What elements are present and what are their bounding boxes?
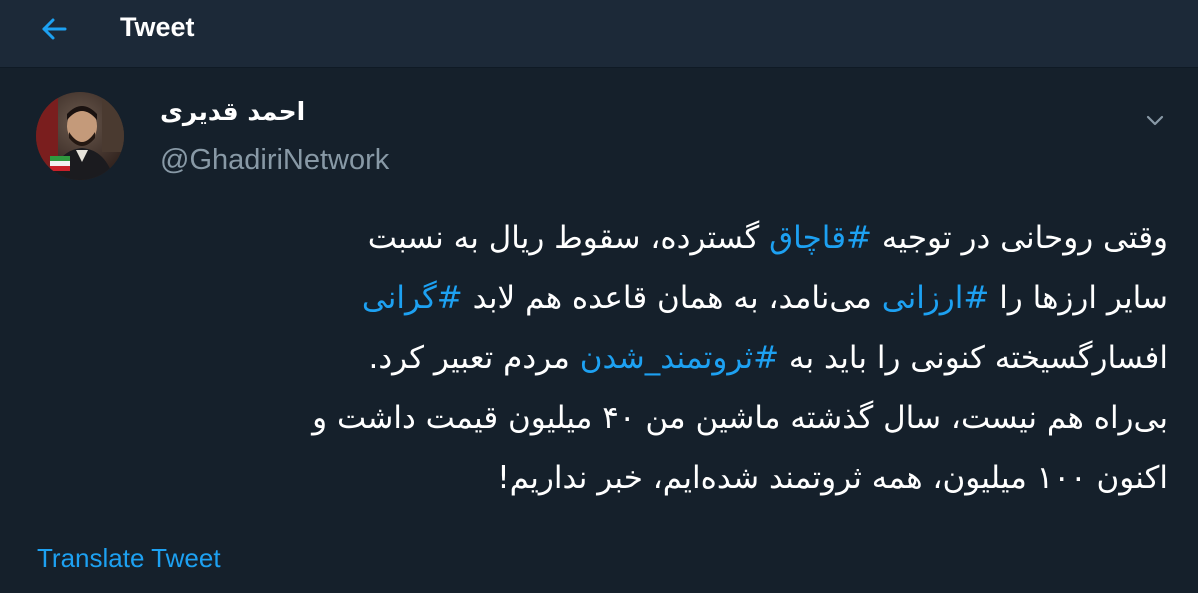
- chevron-down-icon: [1146, 115, 1164, 126]
- tweet-line: وقتی روحانی در توجیه #قاچاق گسترده، سقوط…: [30, 208, 1168, 268]
- hashtag-link[interactable]: #گرانی: [362, 280, 463, 316]
- translate-tweet-link[interactable]: Translate Tweet: [37, 538, 221, 578]
- tweet-text-segment: بی‌راه هم نیست، سال گذشته ماشین من ۴۰ می…: [312, 400, 1168, 436]
- top-app-bar: Tweet: [0, 0, 1198, 67]
- back-button[interactable]: [34, 9, 74, 49]
- tweet-text-segment: گسترده، سقوط ریال به نسبت: [367, 220, 770, 256]
- author-display-name[interactable]: احمد قدیری: [160, 92, 305, 132]
- tweet-text-segment: می‌نامد، به همان قاعده هم لابد: [462, 280, 882, 316]
- avatar-photo: [36, 92, 124, 180]
- tweet-line: افسارگسیخته کنونی را باید به #ثروتمند_شد…: [30, 328, 1169, 388]
- hashtag-link[interactable]: #قاچاق: [769, 220, 872, 256]
- tweet-text-segment: سایر ارزها را: [989, 280, 1168, 316]
- tweet-line: بی‌راه هم نیست، سال گذشته ماشین من ۴۰ می…: [30, 388, 1168, 448]
- author-handle[interactable]: @GhadiriNetwork: [160, 140, 389, 180]
- tweet-line: اکنون ۱۰۰ میلیون، همه ثروتمند شده‌ایم، خ…: [30, 448, 1168, 508]
- arrow-left-icon: [42, 18, 67, 40]
- tweet-line: سایر ارزها را #ارزانی می‌نامد، به همان ق…: [30, 268, 1168, 328]
- tweet-text-segment: مردم تعبیر کرد.: [368, 340, 580, 376]
- avatar[interactable]: [36, 92, 124, 180]
- hashtag-link[interactable]: #ارزانی: [882, 280, 990, 316]
- hashtag-link[interactable]: #ثروتمند_شدن: [580, 340, 779, 376]
- tweet-text: وقتی روحانی در توجیه #قاچاق گسترده، سقوط…: [30, 208, 1168, 508]
- tweet-text-segment: افسارگسیخته کنونی را باید به: [779, 340, 1168, 376]
- page-title: Tweet: [120, 12, 195, 42]
- tweet-options-button[interactable]: [1140, 108, 1170, 134]
- tweet-text-segment: وقتی روحانی در توجیه: [872, 220, 1168, 256]
- tweet-text-segment: اکنون ۱۰۰ میلیون، همه ثروتمند شده‌ایم، خ…: [497, 460, 1168, 496]
